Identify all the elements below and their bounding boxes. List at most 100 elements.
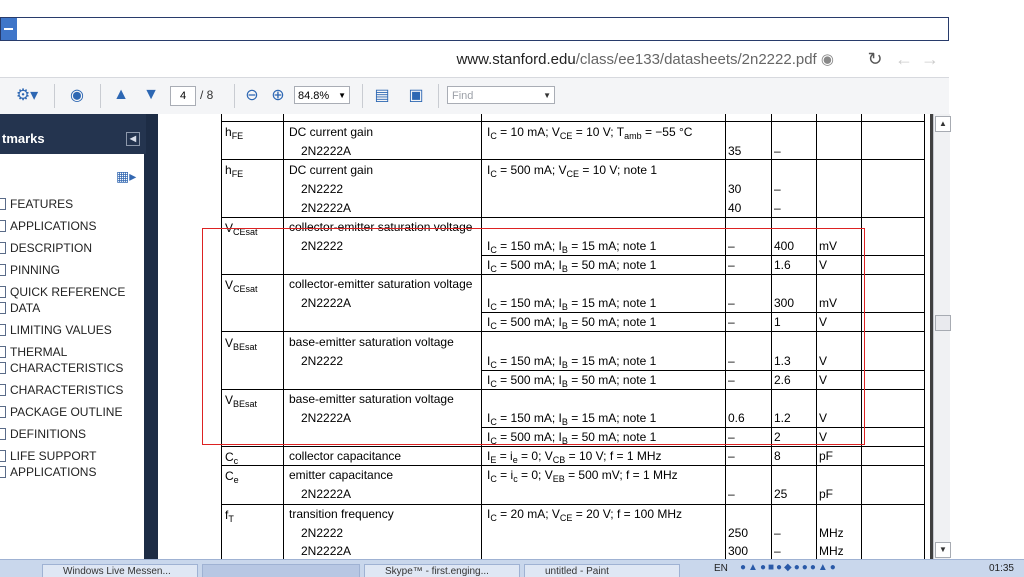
unit: V — [819, 354, 828, 368]
unit: V — [819, 430, 828, 444]
symbol: VBEsat — [225, 393, 258, 409]
collapse-icon[interactable]: ◀ — [126, 132, 140, 146]
unit: V — [819, 373, 828, 387]
table-border — [816, 114, 817, 559]
condition: IC = 150 mA; IB = 15 mA; note 1 — [487, 296, 657, 312]
clock: 01:35 — [988, 563, 1014, 574]
max-value: 1.3 — [774, 354, 791, 368]
menu-icon[interactable] — [1, 18, 17, 40]
vertical-scrollbar[interactable]: ▲ ▼ — [933, 114, 951, 559]
min-value: 300 — [728, 544, 749, 558]
url-text[interactable]: www.stanford.edu/class/ee133/datasheets/… — [456, 50, 834, 68]
bookmark-item-continued[interactable]: DATA — [0, 300, 128, 316]
page-number-input[interactable]: 4 — [170, 86, 196, 106]
bookmark-item-continued[interactable]: APPLICATIONS — [0, 464, 128, 480]
bookmark-item[interactable]: QUICK REFERENCE — [0, 284, 128, 300]
device-type: 2N2222A — [301, 144, 352, 158]
table-rule — [221, 331, 925, 332]
zoom-select[interactable]: 84.8% ▼ — [294, 86, 350, 104]
bookmark-item[interactable]: PINNING — [0, 262, 128, 278]
min-value: 250 — [728, 526, 749, 540]
bookmark-item[interactable]: DESCRIPTION — [0, 240, 128, 256]
table-border — [771, 114, 772, 559]
condition: IC = 20 mA; VCE = 20 V; f = 100 MHz — [487, 507, 683, 523]
tray-icons[interactable]: ●▲●■●◆●●●▲● — [740, 562, 838, 573]
unit: V — [819, 258, 828, 272]
find-input[interactable]: Find ▼ — [447, 86, 555, 104]
previous-page-icon[interactable]: ▲ — [110, 84, 132, 106]
table-rule — [221, 465, 925, 466]
max-value: 2.6 — [774, 373, 791, 387]
condition: IC = 500 mA; IB = 50 mA; note 1 — [487, 373, 657, 389]
condition: IC = 10 mA; VCE = 10 V; Tamb = −55 °C — [487, 125, 693, 141]
bookmark-item[interactable]: THERMAL — [0, 344, 128, 360]
bookmark-item-continued[interactable]: CHARACTERISTICS — [0, 360, 128, 376]
zoom-in-icon[interactable]: ⊕ — [268, 84, 288, 106]
language-indicator[interactable]: EN — [714, 563, 728, 574]
min-value: – — [728, 487, 735, 501]
min-value: – — [728, 296, 735, 310]
table-rule — [481, 312, 925, 313]
chevron-down-icon[interactable]: ▼ — [543, 87, 551, 105]
site-info-icon[interactable]: ◉ — [821, 51, 834, 68]
task-button[interactable]: Windows Live Messen... — [42, 564, 198, 577]
unit: pF — [819, 449, 834, 463]
collaborate-icon[interactable]: ◉ — [62, 84, 92, 106]
chevron-down-icon[interactable]: ▼ — [338, 87, 346, 105]
max-value: 1.6 — [774, 258, 791, 272]
min-value: – — [728, 239, 735, 253]
unit: mV — [819, 296, 837, 310]
bookmark-options-icon[interactable]: ▦▸ — [116, 168, 138, 184]
min-value: – — [728, 315, 735, 329]
condition: IC = 500 mA; IB = 50 mA; note 1 — [487, 315, 657, 331]
min-value: – — [728, 354, 735, 368]
next-page-icon[interactable]: ▼ — [140, 84, 162, 106]
max-value: – — [774, 526, 781, 540]
back-icon[interactable]: ← — [893, 48, 915, 70]
url-host: www.stanford.edu — [456, 51, 576, 68]
unit: mV — [819, 239, 837, 253]
address-strip[interactable] — [0, 17, 949, 41]
min-value: – — [728, 449, 735, 463]
min-value: 40 — [728, 201, 742, 215]
table-rule — [481, 427, 925, 428]
sidebar-splitter[interactable] — [146, 114, 158, 559]
fit-page-icon[interactable]: ▣ — [404, 84, 428, 106]
scroll-down-icon[interactable]: ▼ — [935, 542, 951, 558]
scroll-up-icon[interactable]: ▲ — [935, 116, 951, 132]
bookmark-item[interactable]: PACKAGE OUTLINE — [0, 404, 128, 420]
parameter: emitter capacitance — [289, 468, 394, 482]
share-icon[interactable]: ⚙▾ — [10, 84, 44, 106]
table-rule — [481, 255, 925, 256]
document-view[interactable]: hFE DC current gain 2N2222A IC = 10 mA; … — [158, 114, 930, 559]
zoom-out-icon[interactable]: ⊖ — [242, 84, 262, 106]
system-tray: EN ●▲●■●◆●●●▲● 01:35 — [704, 562, 1024, 577]
bookmark-item[interactable]: LIMITING VALUES — [0, 322, 128, 338]
condition: IC = 500 mA; IB = 50 mA; note 1 — [487, 258, 657, 274]
device-type: 2N2222A — [301, 201, 352, 215]
zoom-value: 84.8% — [298, 90, 330, 102]
symbol: fT — [225, 508, 234, 524]
toolbar-divider — [100, 84, 101, 108]
condition: IC = ic = 0; VEB = 500 mV; f = 1 MHz — [487, 468, 678, 484]
unit: pF — [819, 487, 834, 501]
forward-icon[interactable]: → — [919, 48, 941, 70]
condition: IC = 150 mA; IB = 15 mA; note 1 — [487, 411, 657, 427]
fit-width-icon[interactable]: ▤ — [370, 84, 394, 106]
symbol: Ce — [225, 469, 239, 485]
task-button[interactable]: untitled - Paint — [524, 564, 680, 577]
bookmark-item[interactable]: DEFINITIONS — [0, 426, 128, 442]
bookmark-item[interactable]: APPLICATIONS — [0, 218, 128, 234]
scroll-thumb[interactable] — [935, 315, 951, 331]
task-button[interactable]: Skype™ - first.enging... — [364, 564, 520, 577]
unit: MHz — [819, 544, 844, 558]
bookmark-item[interactable]: CHARACTERISTICS — [0, 382, 128, 398]
bookmark-item[interactable]: LIFE SUPPORT — [0, 448, 128, 464]
table-border — [481, 114, 482, 559]
table-rule — [221, 159, 925, 160]
task-button-active[interactable] — [202, 564, 360, 577]
reload-icon[interactable]: ↻ — [864, 48, 886, 70]
parameter: base-emitter saturation voltage — [289, 392, 454, 406]
condition: IE = ie = 0; VCB = 10 V; f = 1 MHz — [487, 449, 662, 465]
bookmark-item[interactable]: FEATURES — [0, 196, 128, 212]
